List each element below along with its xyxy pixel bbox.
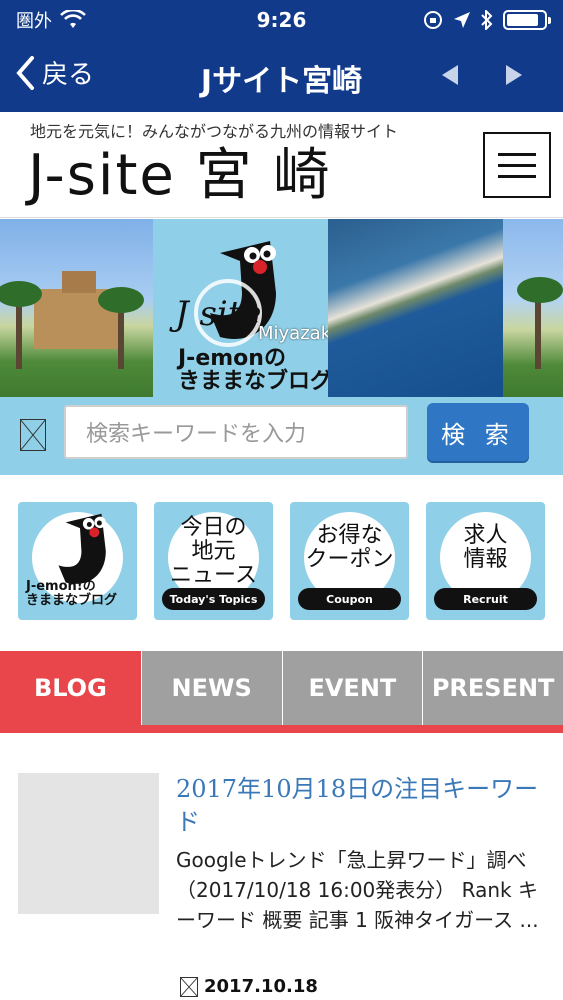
menu-bar-icon [498,152,536,156]
tile-blog[interactable]: J-emon!の きままなブログ [18,502,137,620]
back-button[interactable]: 戻る [14,54,94,91]
broken-image-icon [20,419,46,451]
tab-present[interactable]: PRESENT [422,651,563,725]
tab-underline [0,725,563,733]
tile-recruit-label: 求人 情報 [426,523,545,573]
search-bar: 検索キーワードを入力 検 索 [0,397,563,475]
tile-news[interactable]: 今日の 地元 ニュース Today's Topics [154,502,273,620]
tile-label-line: 情報 [463,547,508,573]
search-input[interactable]: 検索キーワードを入力 [64,405,408,459]
content-tabs: BLOG NEWS EVENT PRESENT [0,651,563,727]
banner-blog-line2: きままなブログ [178,369,333,395]
article-date: 2017.10.18 [204,976,318,997]
tab-event[interactable]: EVENT [281,651,423,725]
tile-recruit[interactable]: 求人 情報 Recruit [426,502,545,620]
tab-news[interactable]: NEWS [140,651,282,725]
tile-label-line: ニュース [170,563,257,589]
hero-banner[interactable]: J site Miyazaki J-emonの きままなブログ [0,219,563,397]
tile-tag: Recruit [434,588,537,610]
category-tiles: J-emon!の きままなブログ 今日の 地元 ニュース Today's Top… [0,475,563,651]
status-bar: 圏外 9:26 [0,0,563,40]
article-excerpt: Googleトレンド「急上昇ワード」調べ （2017/10/18 16:00発表… [176,848,547,932]
prev-arrow-icon[interactable] [438,62,464,88]
banner-logo-miyazaki: Miyazaki [258,323,337,344]
broken-image-icon [180,976,198,997]
nav-bar: 戻る Jサイト宮崎 [0,40,563,112]
banner-blog-line1: J-emonの [178,346,286,371]
tile-label-line: 地元 [191,539,236,565]
banner-logo-jsite: J site [175,294,262,334]
banner-logo-blog: J-emonの きままなブログ [178,347,332,393]
site-logo[interactable]: J-site 宮 崎 [28,148,331,204]
tile-label-line: クーポン [305,547,394,573]
tab-blog[interactable]: BLOG [0,651,141,725]
article-thumbnail[interactable] [18,773,159,914]
status-right [423,10,551,30]
hamburger-menu-button[interactable] [483,132,551,198]
tile-blog-label: J-emon!の きままなブログ [26,579,118,609]
article-title[interactable]: 2017年10月18日の注目キーワード [176,773,546,839]
tile-label-line: 今日の [180,515,247,540]
rotation-lock-icon [424,11,442,29]
bluetooth-icon [481,10,493,30]
tile-label-line: お得な [316,523,383,548]
chevron-left-icon [16,55,34,90]
search-button[interactable]: 検 索 [427,403,529,461]
wifi-icon [60,10,86,28]
tile-tag: Today's Topics [162,588,265,610]
site-tagline: 地元を元気に！みんながつながる九州の情報サイト [30,122,399,141]
tile-tag: Coupon [298,588,401,610]
article-list-item[interactable]: 2017年10月18日の注目キーワード Googleトレンド「急上昇ワード」調べ… [0,733,563,1000]
back-label: 戻る [42,60,95,90]
tile-coupon-label: お得な クーポン [290,523,409,573]
banner-building-photo-right [503,219,563,397]
carrier-label: 圏外 [16,11,52,32]
banner-coast-photo [328,219,503,397]
location-icon [454,12,470,28]
battery-icon [503,10,551,30]
next-arrow-icon[interactable] [500,62,526,88]
tile-coupon[interactable]: お得な クーポン Coupon [290,502,409,620]
article-date-row: 2017.10.18 [180,976,318,997]
menu-bar-icon [498,163,536,167]
menu-bar-icon [498,174,536,178]
tile-label-line: 求人 [463,523,508,548]
site-header: 地元を元気に！みんながつながる九州の情報サイト J-site 宮 崎 [0,112,563,218]
tile-news-label: 今日の 地元 ニュース [154,515,273,589]
tile-label-line: きままなブログ [26,593,118,609]
status-left: 圏外 [16,7,86,33]
banner-building-photo [0,219,153,397]
